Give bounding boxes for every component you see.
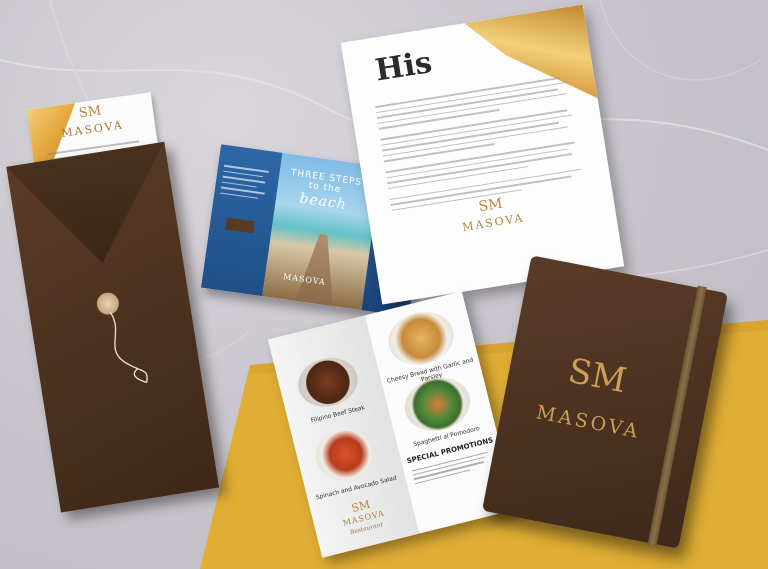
wooden-sign — [225, 217, 255, 234]
history-heading: His — [372, 45, 435, 89]
letter-monogram: SM — [78, 103, 103, 122]
dish-photo-steak — [292, 351, 363, 413]
menu-caption: Filipino Beef Steak — [310, 404, 366, 425]
history-letter: His SM MASOVA — [340, 4, 625, 305]
envelope-string — [109, 311, 148, 384]
dish-photo-salad — [310, 421, 382, 487]
stationery-mockup-scene: SM MASOVA THREE STEPS to the beach MASOV… — [0, 0, 768, 569]
